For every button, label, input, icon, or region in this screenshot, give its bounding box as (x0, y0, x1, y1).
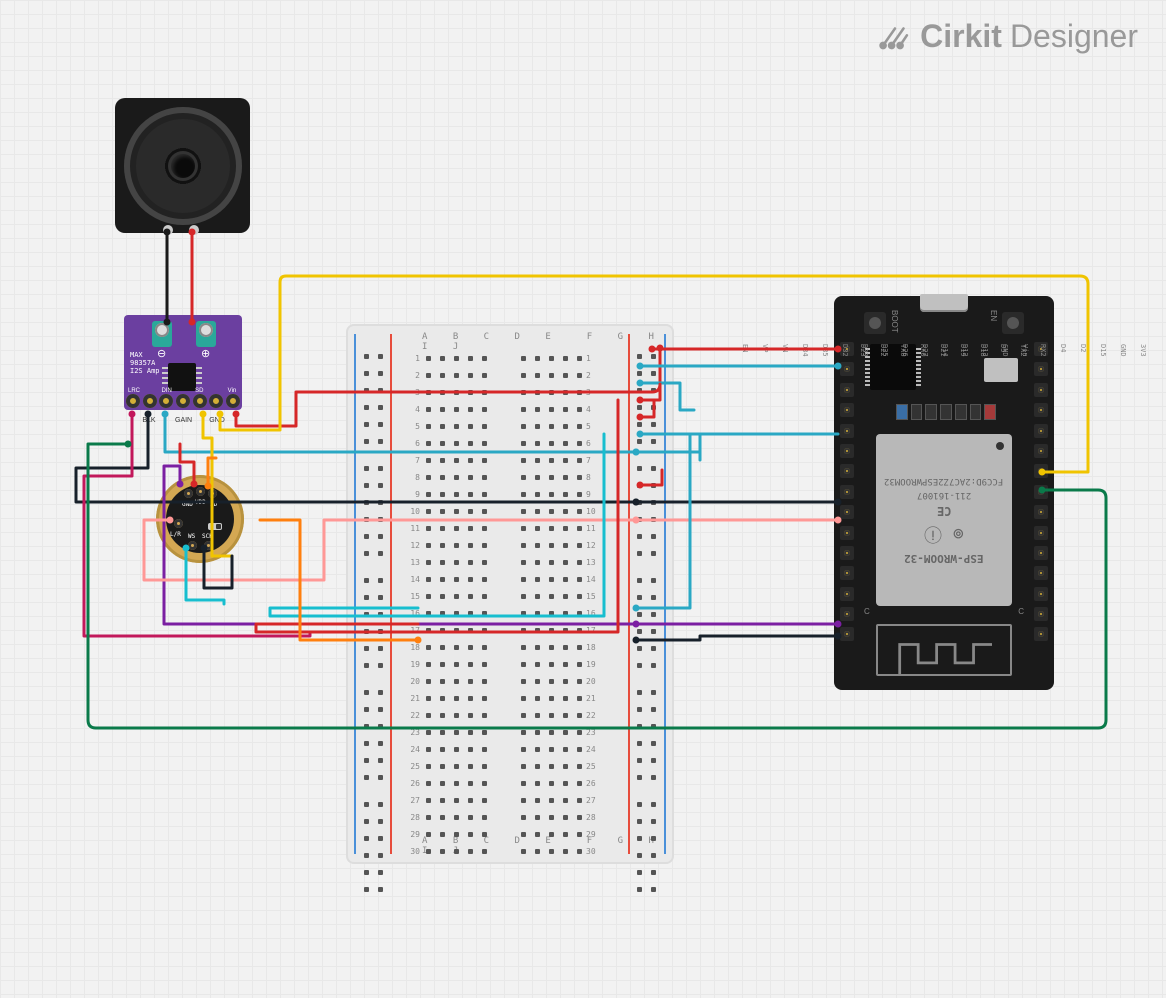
amp-terminal-neg[interactable] (152, 321, 172, 347)
amp-terminal-pos[interactable] (196, 321, 216, 347)
esp-boot-button[interactable] (864, 312, 886, 334)
esp-boot-label: BOOT (890, 310, 899, 333)
mic-pin-ws[interactable] (188, 541, 197, 550)
bb-railholes-2 (378, 354, 383, 914)
speaker-pin-pos[interactable] (189, 225, 199, 235)
amp-pin-header (126, 394, 240, 408)
esp-pin-d2[interactable] (840, 403, 854, 417)
amplifier-component[interactable]: ⊖ ⊕ MAX 98357A I2S Amp LRCDINSDVin BLKGA… (124, 315, 242, 410)
amp-silk: MAX 98357A I2S Amp (130, 351, 160, 375)
esp-pin-d18[interactable] (840, 505, 854, 519)
esp-pin-tx2[interactable] (840, 464, 854, 478)
amp-pin-blk[interactable] (143, 394, 157, 408)
watermark-brand: Cirkit (920, 18, 1002, 55)
mic-pin-vdd[interactable] (196, 487, 205, 496)
esp-pin-d13[interactable] (1034, 383, 1048, 397)
esp-pin-vp[interactable] (1034, 607, 1048, 621)
esp-pin-d33[interactable] (1034, 505, 1048, 519)
esp-pin-d22[interactable] (840, 607, 854, 621)
bb-railholes-1 (364, 354, 369, 914)
esp32-component[interactable]: BOOT EN FCC9D:2AC7Z2ESPWROOM32 211-16100… (834, 296, 1054, 690)
speaker-component[interactable] (115, 98, 250, 233)
speaker-pin-neg[interactable] (163, 225, 173, 235)
esp-pin-d12[interactable] (1034, 403, 1048, 417)
amp-pin-vin[interactable] (226, 394, 240, 408)
esp-usb-port-icon (920, 294, 968, 312)
esp-pin-d25[interactable] (1034, 485, 1048, 499)
esp-pin-rx2[interactable] (840, 444, 854, 458)
bb-rail-left-pos (390, 334, 392, 854)
amp-sym-pos: ⊕ (201, 347, 210, 360)
amp-pinlabels-bottom: BLKGAINGND (124, 417, 242, 424)
esp-pin-d35[interactable] (1034, 546, 1048, 560)
amp-pin-din[interactable] (159, 394, 173, 408)
speaker-cone (124, 107, 242, 225)
esp-antenna-icon (876, 624, 1012, 676)
esp-en-button[interactable] (1002, 312, 1024, 334)
esp-pin-d26[interactable] (1034, 464, 1048, 478)
esp-pin-tx0[interactable] (840, 587, 854, 601)
mic-pcb: GND VDD SD L/R WS SCK (166, 485, 234, 553)
esp-pin-header-right (1034, 342, 1048, 641)
esp-pin-d21[interactable] (840, 546, 854, 560)
esp-pin-gnd[interactable] (840, 362, 854, 376)
wifi-icon: ⊚ ⓘ (924, 522, 964, 548)
bb-rows: 1122334455667788991010111112121313141415… (406, 350, 600, 860)
esp-wroom-shield: FCC9D:2AC7Z2ESPWROOM32 211-161007 CE ⊚ ⓘ… (876, 434, 1012, 606)
esp-pin-header-left (840, 342, 854, 641)
esp-pin-d32[interactable] (1034, 526, 1048, 540)
esp-en-label: EN (989, 310, 998, 321)
bb-railholes-3 (637, 354, 642, 914)
esp-cap-label-l: C (864, 607, 870, 616)
esp-pin-rx0[interactable] (840, 566, 854, 580)
esp-smd-row (896, 404, 996, 420)
bb-col-labels-top: A B C D EF G H I J (422, 332, 674, 352)
esp-pin-en[interactable] (1034, 627, 1048, 641)
esp-regulator-icon (984, 358, 1018, 382)
watermark-product: Designer (1010, 18, 1138, 55)
esp-pin-d5[interactable] (840, 485, 854, 499)
circuit-canvas[interactable]: Cirkit Designer ⊖ ⊕ MAX 98357A I2S Amp L… (0, 0, 1166, 998)
amp-pin-sd[interactable] (193, 394, 207, 408)
bb-rail-right-pos (628, 334, 630, 854)
esp-pin-d14[interactable] (1034, 424, 1048, 438)
esp-pin-d19[interactable] (840, 526, 854, 540)
cirkit-logo-icon (878, 20, 912, 54)
esp-pin-vn[interactable] (1034, 587, 1048, 601)
amp-pin-gnd[interactable] (209, 394, 223, 408)
watermark: Cirkit Designer (878, 18, 1138, 55)
bb-rail-left-neg (354, 334, 356, 854)
mic-pin-gnd[interactable] (184, 489, 193, 498)
esp-pin-d34[interactable] (1034, 566, 1048, 580)
mic-pin-lr[interactable] (174, 519, 183, 528)
breadboard-component[interactable]: A B C D EF G H I J A B C D EF G H I J 11… (346, 324, 674, 864)
esp-cap-label-r: C (1018, 607, 1024, 616)
esp-pin-d4[interactable] (840, 424, 854, 438)
mic-pin-sck[interactable] (204, 541, 213, 550)
microphone-component[interactable]: GND VDD SD L/R WS SCK (156, 475, 244, 563)
esp-pin-d23[interactable] (840, 627, 854, 641)
amp-pin-lrc[interactable] (126, 394, 140, 408)
esp-pin-labels-right: VinGNDD13D12D14D27D26D25D33D32D35D34VNVP… (738, 344, 1032, 358)
esp-pin-d15[interactable] (840, 383, 854, 397)
bb-railholes-4 (651, 354, 656, 914)
esp-pin-d27[interactable] (1034, 444, 1048, 458)
esp-pin-gnd[interactable] (1034, 362, 1048, 376)
mic-pin-sd[interactable] (208, 489, 217, 498)
amp-pin-gain[interactable] (176, 394, 190, 408)
mic-lr-switch-icon (208, 523, 222, 530)
bb-rail-right-neg (664, 334, 666, 854)
amp-chip-icon (168, 363, 196, 391)
